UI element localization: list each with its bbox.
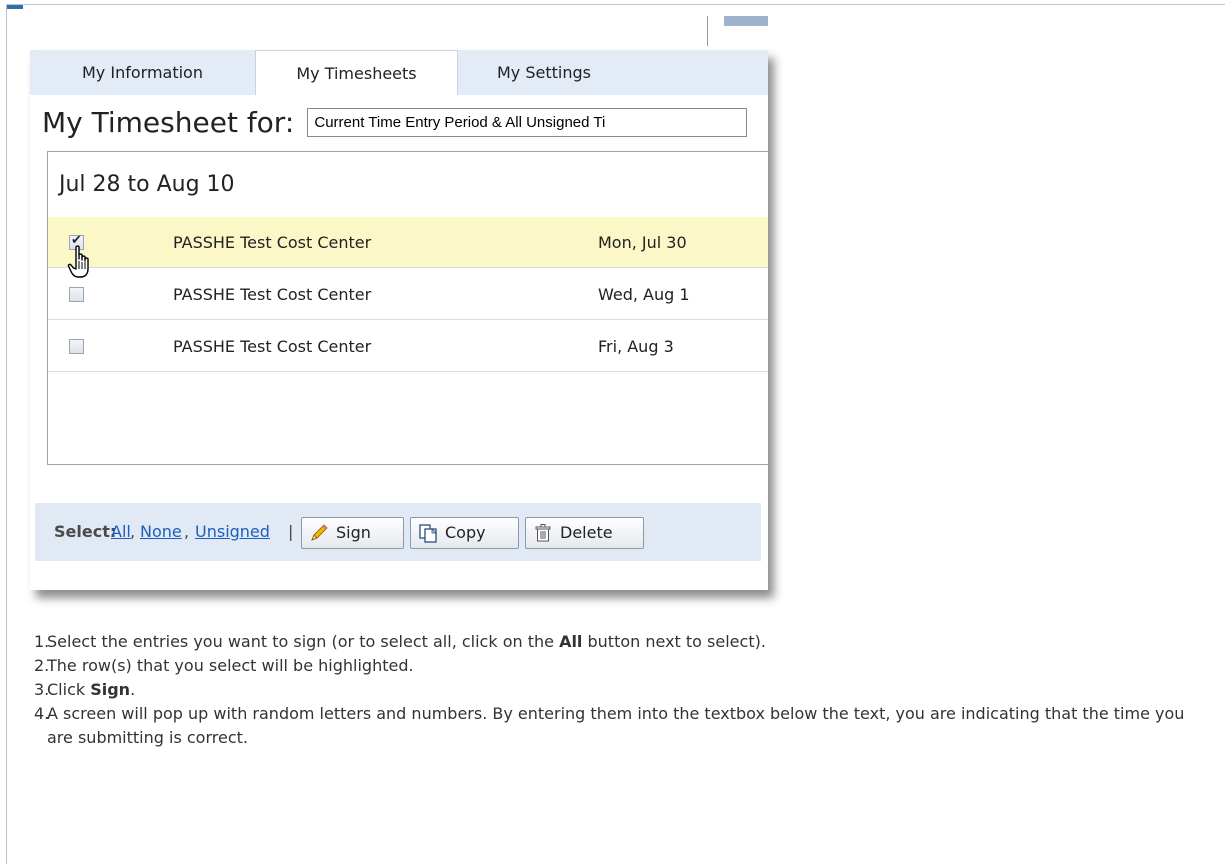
step-text: The row(s) that you select will be highl… xyxy=(47,656,414,675)
row-date: Wed, Aug 1 xyxy=(598,285,690,304)
row-cost-center: PASSHE Test Cost Center xyxy=(173,233,372,252)
top-panel-edge xyxy=(724,16,768,26)
trash-can-icon xyxy=(535,524,551,542)
copy-button-label: Copy xyxy=(445,523,486,542)
step-number: 4. xyxy=(34,704,50,723)
step-number: 3. xyxy=(34,680,50,699)
instructions-list: 1. Select the entries you want to sign (… xyxy=(34,630,1214,750)
timesheet-list: Jul 28 to Aug 10 ✔ PASSHE Test Cost Cent… xyxy=(47,151,768,465)
step-number: 2. xyxy=(34,656,50,675)
frame-corner-accent xyxy=(7,5,23,9)
instruction-step: 3. Click Sign. xyxy=(34,678,1214,702)
tab-my-settings[interactable]: My Settings xyxy=(458,50,630,95)
tab-my-timesheets[interactable]: My Timesheets xyxy=(255,50,458,95)
step-text: A screen will pop up with random letters… xyxy=(47,704,1185,747)
step-number: 1. xyxy=(34,632,50,651)
period-heading: Jul 28 to Aug 10 xyxy=(59,172,235,197)
action-bar: Select: All , None , Unsigned | Sign Cop… xyxy=(35,503,761,561)
top-divider xyxy=(707,16,708,46)
select-none-link[interactable]: None xyxy=(140,503,182,561)
row-cost-center: PASSHE Test Cost Center xyxy=(173,285,372,304)
select-label: Select: xyxy=(54,522,117,541)
delete-button[interactable]: Delete xyxy=(525,517,644,549)
delete-button-label: Delete xyxy=(560,523,613,542)
step-text: Click Sign. xyxy=(47,680,136,699)
table-row[interactable]: PASSHE Test Cost Center Wed, Aug 1 xyxy=(48,269,768,320)
instruction-step: 2. The row(s) that you select will be hi… xyxy=(34,654,1214,678)
instruction-step: 1. Select the entries you want to sign (… xyxy=(34,630,1214,654)
link-separator: , xyxy=(184,522,190,541)
instruction-step: 4. A screen will pop up with random lett… xyxy=(34,702,1214,750)
select-unsigned-link[interactable]: Unsigned xyxy=(195,503,270,561)
row-checkbox[interactable] xyxy=(69,339,84,354)
tab-bar: My Information My Timesheets My Settings xyxy=(30,50,768,95)
timesheet-screenshot: My Information My Timesheets My Settings… xyxy=(30,50,768,590)
table-row[interactable]: PASSHE Test Cost Center Fri, Aug 3 xyxy=(48,321,768,372)
period-select[interactable]: Current Time Entry Period & All Unsigned… xyxy=(307,108,748,137)
row-date: Mon, Jul 30 xyxy=(598,233,687,252)
tab-my-information[interactable]: My Information xyxy=(30,50,255,95)
sign-button[interactable]: Sign xyxy=(301,517,404,549)
row-checkbox[interactable] xyxy=(69,287,84,302)
row-date: Fri, Aug 3 xyxy=(598,337,674,356)
pencil-icon xyxy=(311,524,328,541)
table-row[interactable]: ✔ PASSHE Test Cost Center Mon, Jul 30 xyxy=(48,217,768,268)
select-all-link[interactable]: All xyxy=(111,503,131,561)
hand-pointer-icon xyxy=(67,245,89,278)
link-separator: , xyxy=(130,522,136,541)
copy-button[interactable]: Copy xyxy=(410,517,519,549)
copy-pages-icon xyxy=(419,524,437,543)
sign-button-label: Sign xyxy=(336,523,371,542)
link-separator: | xyxy=(288,522,294,541)
timesheet-title-row: My Timesheet for: Current Time Entry Per… xyxy=(42,106,748,146)
page-title: My Timesheet for: xyxy=(42,106,295,139)
row-cost-center: PASSHE Test Cost Center xyxy=(173,337,372,356)
step-text: Select the entries you want to sign (or … xyxy=(47,632,766,651)
